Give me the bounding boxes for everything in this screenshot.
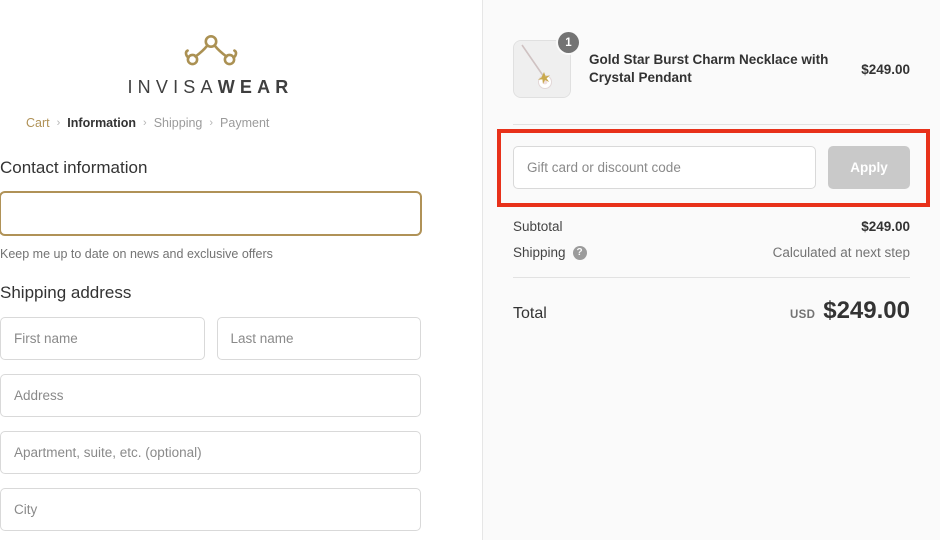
first-name-input[interactable]: First name: [0, 317, 205, 360]
order-line-item: 1 Gold Star Burst Charm Necklace with Cr…: [513, 0, 910, 98]
grand-total-row: Total USD $249.00: [513, 297, 910, 325]
product-thumbnail-wrap: 1: [513, 32, 579, 98]
help-icon[interactable]: ?: [572, 245, 587, 260]
shipping-value: Calculated at next step: [772, 245, 910, 260]
breadcrumb-separator-icon: ›: [143, 117, 147, 129]
brand-header: INVISAWEAR: [0, 0, 482, 97]
breadcrumb-item-cart[interactable]: Cart: [26, 116, 50, 130]
brand-name-light: INVISA: [127, 77, 218, 97]
shipping-label-group: Shipping ?: [513, 245, 587, 260]
shipping-address-title: Shipping address: [0, 283, 132, 302]
product-title: Gold Star Burst Charm Necklace with Crys…: [589, 51, 829, 85]
apply-discount-button[interactable]: Apply: [828, 146, 910, 189]
totals-list: Subtotal $249.00 Shipping ? Calculated a…: [513, 219, 910, 325]
shipping-row: Shipping ? Calculated at next step: [513, 245, 910, 260]
brand-wordmark: INVISAWEAR: [0, 77, 482, 97]
subtotal-value: $249.00: [861, 219, 910, 234]
shipping-label: Shipping: [513, 245, 566, 260]
total-amount: $249.00: [823, 297, 910, 324]
checkout-page: INVISAWEAR Cart › Information › Shipping…: [0, 0, 940, 540]
total-label: Total: [513, 305, 547, 322]
last-name-input[interactable]: Last name: [216, 317, 421, 360]
product-price: $249.00: [861, 61, 910, 77]
order-summary-panel: 1 Gold Star Burst Charm Necklace with Cr…: [483, 0, 940, 540]
apartment-input[interactable]: Apartment, suite, etc. (optional): [0, 431, 421, 474]
total-amount-group: USD $249.00: [790, 297, 910, 325]
summary-divider-top: [513, 124, 910, 125]
subtotal-label: Subtotal: [513, 219, 563, 234]
contact-information-title: Contact information: [0, 158, 148, 177]
checkout-form-panel: INVISAWEAR Cart › Information › Shipping…: [0, 0, 483, 540]
invisawear-ornament-icon: [184, 35, 237, 66]
summary-divider-total: [513, 277, 910, 278]
breadcrumb: Cart › Information › Shipping › Payment: [0, 116, 482, 130]
address-input[interactable]: Address: [0, 374, 421, 417]
breadcrumb-separator-icon: ›: [209, 117, 214, 129]
discount-code-input[interactable]: Gift card or discount code: [513, 146, 816, 189]
breadcrumb-item-information[interactable]: Information: [67, 116, 136, 130]
brand-name-bold: WEAR: [217, 77, 294, 97]
subtotal-row: Subtotal $249.00: [513, 219, 910, 234]
email-field[interactable]: [0, 192, 421, 235]
currency-code: USD: [790, 309, 816, 321]
newsletter-optin-label[interactable]: Keep me up to date on news and exclusive…: [0, 247, 482, 261]
city-input[interactable]: City: [0, 488, 421, 531]
breadcrumb-item-payment: Payment: [220, 116, 270, 130]
breadcrumb-item-shipping: Shipping: [153, 116, 203, 130]
breadcrumb-separator-icon: ›: [56, 117, 61, 129]
discount-code-row: Gift card or discount code Apply: [513, 146, 910, 189]
quantity-badge: 1: [558, 32, 579, 53]
